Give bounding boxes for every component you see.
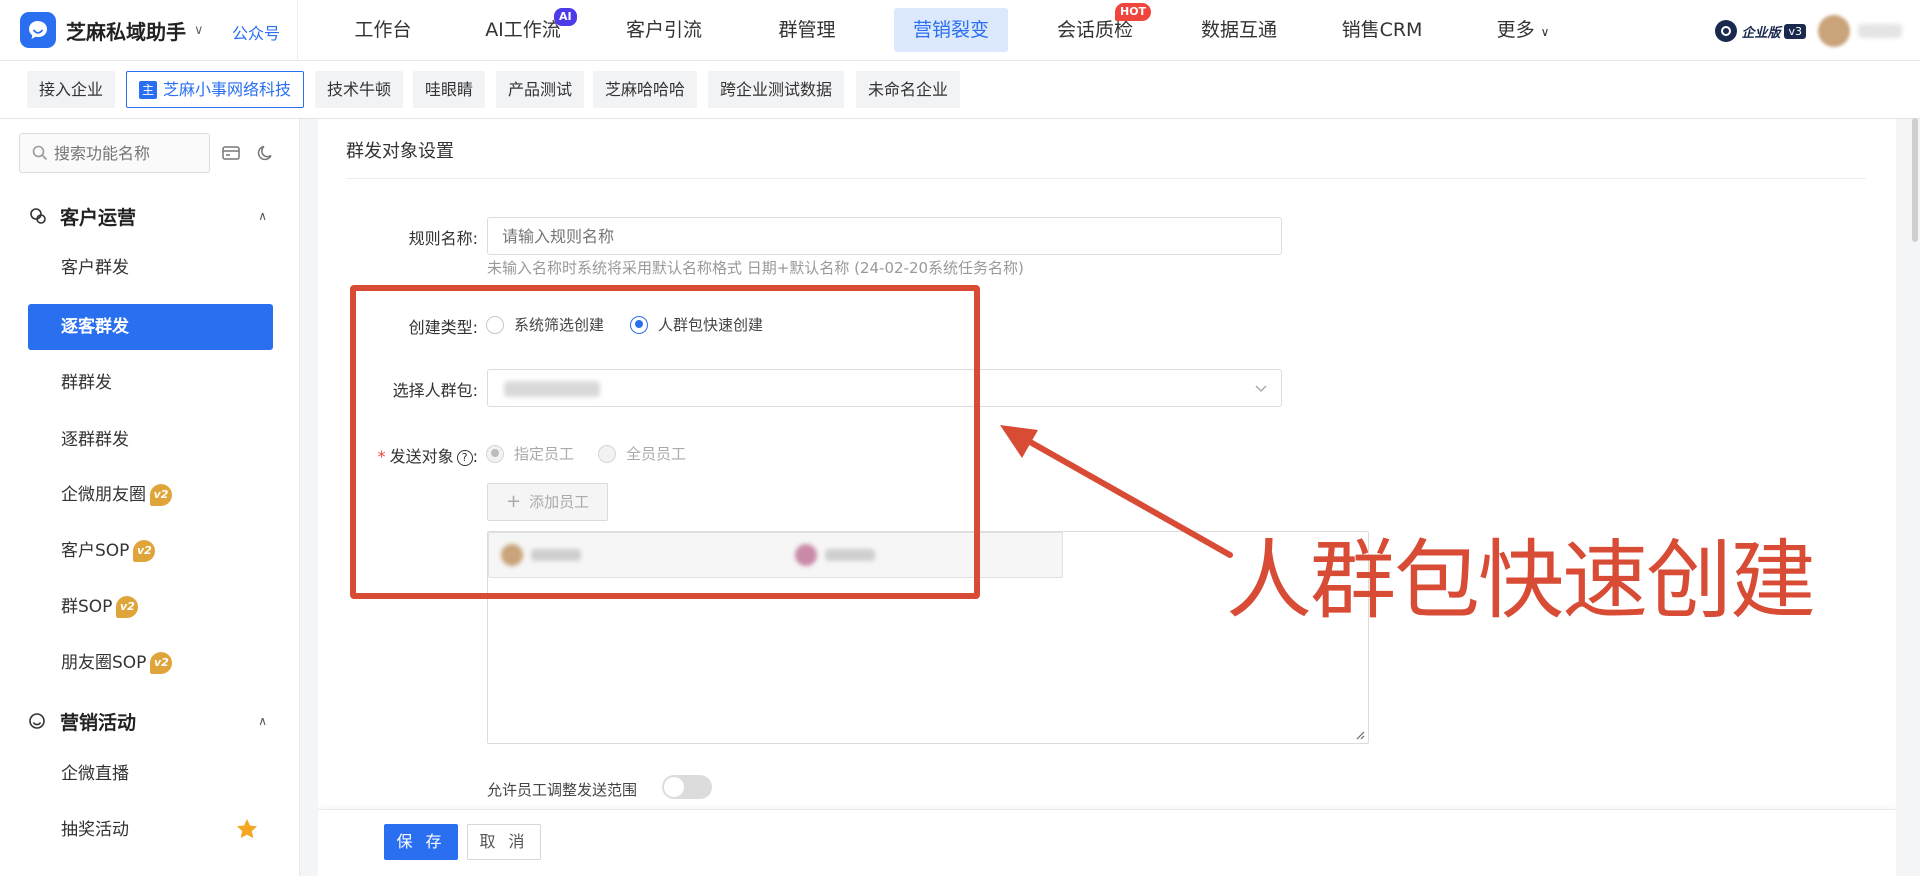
tab-enterprise-4[interactable]: 产品测试	[496, 71, 585, 108]
chevron-down-icon	[1255, 385, 1267, 393]
annotation-arrow-icon	[1000, 425, 1233, 558]
tab-enterprise-3[interactable]: 哇眼睛	[413, 71, 486, 108]
sidebar-item-moments[interactable]: 企微朋友圈 v2	[28, 472, 273, 518]
nav-item-sales-crm[interactable]: 销售CRM	[1322, 8, 1442, 52]
save-button[interactable]: 保 存	[384, 824, 458, 860]
edition-logo-icon	[1715, 20, 1738, 42]
sidebar-item-label: 抽奖活动	[61, 820, 129, 840]
chevron-down-icon[interactable]: ∨	[194, 23, 204, 38]
rule-name-label: 规则名称:	[408, 229, 478, 248]
adjust-scope-switch[interactable]	[662, 775, 712, 799]
tab-enterprise-7[interactable]: 未命名企业	[856, 71, 961, 108]
main-enterprise-icon: 主	[139, 81, 157, 99]
cancel-button[interactable]: 取 消	[467, 824, 541, 860]
nav-more-label: 更多	[1496, 19, 1535, 41]
nav-item-workbench[interactable]: 工作台	[323, 8, 443, 52]
enterprise-tab-strip: 接入企业 主 芝麻小事网络科技 技术牛顿 哇眼睛 产品测试 芝麻哈哈哈 跨企业测…	[0, 61, 1920, 119]
rule-name-label-text: 规则名称	[408, 229, 473, 248]
star-icon	[237, 819, 257, 839]
sidebar-item-group-sop[interactable]: 群SOP v2	[28, 584, 273, 630]
customer-ops-icon	[30, 208, 46, 224]
divider	[346, 178, 1866, 179]
tab-enterprise-2[interactable]: 技术牛顿	[315, 71, 404, 108]
resize-handle-icon[interactable]	[1355, 730, 1365, 740]
sidebar-item-per-group-broadcast[interactable]: 逐群群发	[28, 417, 273, 463]
nav-item-group-management[interactable]: 群管理	[747, 8, 867, 52]
official-account-link[interactable]: 公众号	[232, 20, 280, 44]
group-marketing[interactable]: 营销活动 ∧	[28, 708, 273, 734]
moon-icon[interactable]	[256, 143, 276, 163]
nav-item-data-sync[interactable]: 数据互通	[1179, 8, 1299, 52]
tab-enterprise-active-label: 芝麻小事网络科技	[163, 80, 292, 99]
divider	[297, 0, 298, 61]
tab-enterprise-0[interactable]: 接入企业	[27, 71, 116, 108]
sidebar-item-label: 群SOP	[61, 597, 113, 617]
card-icon[interactable]	[221, 143, 241, 163]
sidebar: 客户运营 ∧ 客户群发 逐客群发 群群发 逐群群发 企微朋友圈v2 客户SOPv…	[0, 119, 300, 876]
search-icon	[32, 145, 48, 161]
edition-label: 企业版	[1741, 25, 1781, 41]
v2-badge: v2	[150, 652, 173, 674]
nav-item-customer-acquisition[interactable]: 客户引流	[604, 8, 724, 52]
nav-item-more[interactable]: 更多 ∨	[1463, 8, 1583, 52]
sidebar-item-label: 企微朋友圈	[61, 485, 146, 505]
annotation-label: 人群包快速创建	[1226, 531, 1816, 631]
edition-badge: 企业版 v3	[1715, 20, 1806, 42]
sidebar-item-label: 客户SOP	[61, 541, 130, 561]
sidebar-item-label: 朋友圈SOP	[61, 653, 147, 673]
tab-enterprise-5[interactable]: 芝麻哈哈哈	[593, 71, 698, 108]
brand-logo-icon	[20, 12, 56, 48]
rule-name-hint: 未输入名称时系统将采用默认名称格式 日期+默认名称 (24-02-20系统任务名…	[487, 259, 1024, 277]
sidebar-item-lottery[interactable]: 抽奖活动	[28, 807, 273, 853]
tab-enterprise-6[interactable]: 跨企业测试数据	[708, 71, 845, 108]
footer-actions: 保 存 取 消	[318, 809, 1896, 876]
chevron-down-icon: ∨	[1540, 25, 1550, 39]
v2-badge: v2	[116, 596, 139, 618]
marketing-icon	[29, 713, 45, 729]
sidebar-item-customer-sop[interactable]: 客户SOP v2	[28, 528, 273, 574]
sidebar-item-moments-sop[interactable]: 朋友圈SOP v2	[28, 640, 273, 686]
sidebar-item-customer-broadcast[interactable]: 客户群发	[28, 245, 273, 291]
search-input[interactable]	[54, 142, 204, 164]
adjust-scope-label: 允许员工调整发送范围	[487, 781, 638, 799]
top-right-area: 企业版 v3	[1715, 14, 1902, 48]
top-navigation-bar: 芝麻私域助手 ∨ 公众号 工作台 AI工作流 AI 客户引流 群管理 营销裂变 …	[0, 0, 1920, 61]
group-label: 营销活动	[60, 711, 137, 734]
brand[interactable]: 芝麻私域助手 ∨	[20, 12, 204, 48]
search-box	[19, 133, 210, 173]
scrollbar-thumb[interactable]	[1912, 118, 1918, 242]
ai-badge: AI	[554, 8, 577, 26]
section-title: 群发对象设置	[346, 141, 454, 162]
annotation-highlight-box	[350, 285, 980, 599]
tab-enterprise-active[interactable]: 主 芝麻小事网络科技	[126, 71, 305, 108]
edition-version: v3	[1784, 23, 1806, 39]
sidebar-item-live[interactable]: 企微直播	[28, 751, 273, 797]
group-customer-ops[interactable]: 客户运营 ∧	[28, 203, 273, 229]
sidebar-item-group-broadcast[interactable]: 群群发	[28, 360, 273, 406]
rule-name-input[interactable]	[487, 217, 1282, 255]
v2-badge: v2	[133, 540, 156, 562]
group-label: 客户运营	[60, 206, 137, 229]
brand-name: 芝麻私域助手	[66, 19, 186, 44]
hot-badge: HOT	[1115, 3, 1152, 21]
nav-item-marketing-fission[interactable]: 营销裂变	[894, 8, 1008, 52]
chevron-up-icon: ∧	[258, 209, 267, 223]
chevron-up-icon: ∧	[258, 714, 267, 728]
user-name-blurred[interactable]	[1858, 24, 1902, 38]
v2-badge: v2	[150, 484, 172, 506]
user-avatar[interactable]	[1818, 15, 1850, 47]
sidebar-item-per-customer-broadcast[interactable]: 逐客群发	[28, 304, 273, 350]
